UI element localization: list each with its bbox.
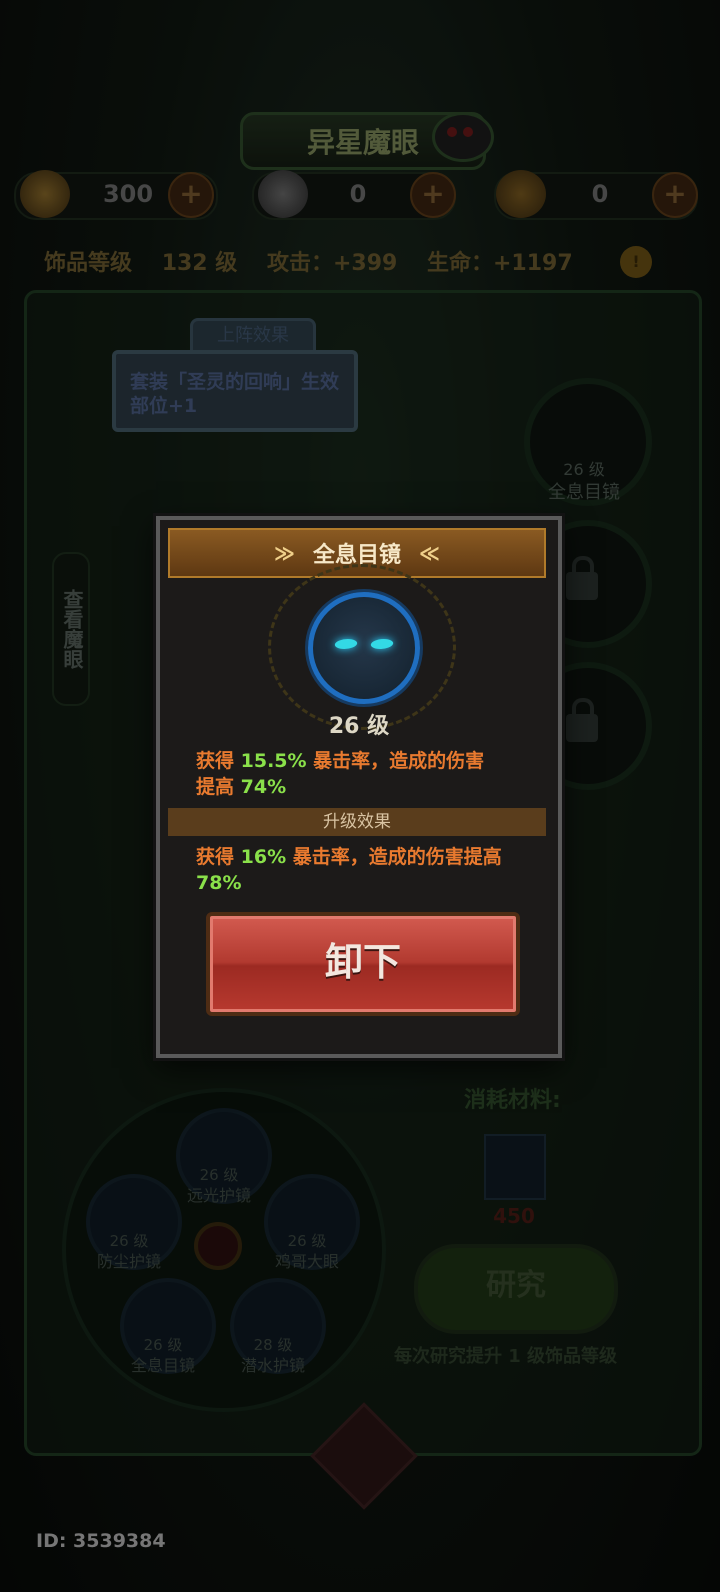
goggle-lens-left — [333, 639, 359, 649]
next-crit-value: 16% — [240, 846, 287, 868]
current-damage-value: 74% — [240, 776, 287, 798]
arrow-right-icon: ≫ — [274, 541, 295, 565]
next-effect: 获得 16% 暴击率，造成的伤害提高 78% — [196, 844, 536, 896]
goggle-lens-right — [369, 639, 395, 649]
item-level: 26 级 — [328, 714, 390, 739]
holo-goggles-icon — [308, 592, 420, 704]
arrow-left-icon: ≪ — [419, 541, 440, 565]
current-crit-value: 15.5% — [240, 750, 307, 772]
current-effect: 获得 15.5% 暴击率，造成的伤害提高 74% — [196, 748, 496, 800]
upgrade-effect-label: 升级效果 — [168, 808, 546, 836]
next-effect-text: 获得 — [196, 846, 241, 868]
unequip-button[interactable]: 卸下 — [206, 912, 520, 1016]
unequip-button-label: 卸下 — [324, 940, 401, 984]
next-effect-text: 暴击率，造成的伤害提高 — [286, 846, 502, 868]
current-effect-text: 获得 — [196, 750, 241, 772]
item-detail-popup: ≫ 全息目镜 ≪ 26 级 获得 15.5% 暴击率，造成的伤害提高 74% 升… — [156, 516, 562, 1058]
next-damage-value: 78% — [196, 872, 242, 894]
